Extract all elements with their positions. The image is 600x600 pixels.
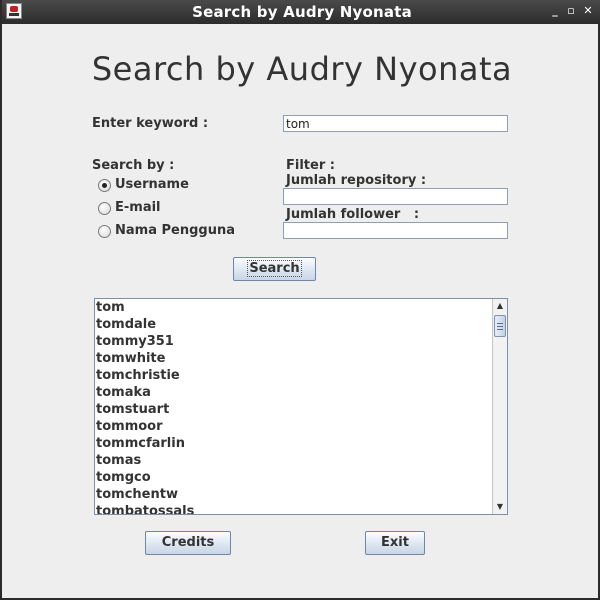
scroll-thumb[interactable] <box>494 315 506 337</box>
follower-filter-input[interactable] <box>283 222 508 239</box>
app-window: Search by Audry Nyonata _ ▫ ✕ Search by … <box>0 0 600 600</box>
search-by-label: Search by : <box>92 158 175 173</box>
window-title: Search by Audry Nyonata <box>192 3 412 21</box>
repo-filter-input[interactable] <box>283 188 508 205</box>
follower-filter-label: Jumlah follower : <box>286 207 420 222</box>
radio-username-label: Username <box>115 177 189 192</box>
list-item[interactable]: tommy351 <box>96 333 174 350</box>
scroll-down-arrow-icon[interactable]: ▼ <box>493 500 507 514</box>
page-title: Search by Audry Nyonata <box>91 50 513 88</box>
list-item[interactable]: tomstuart <box>96 401 169 418</box>
list-item[interactable]: tomgco <box>96 469 151 486</box>
list-item[interactable]: tombatossals <box>96 503 194 514</box>
grip-line <box>497 323 503 324</box>
list-item[interactable]: tomchentw <box>96 486 178 503</box>
list-item[interactable]: tomdale <box>96 316 156 333</box>
minimize-button[interactable]: _ <box>547 3 563 19</box>
list-item[interactable]: tomas <box>96 452 141 469</box>
list-item[interactable]: tomaka <box>96 384 151 401</box>
radio-email-button[interactable] <box>98 202 111 215</box>
credits-button[interactable]: Credits <box>145 531 231 555</box>
radio-nama-pengguna-button[interactable] <box>98 225 111 238</box>
scroll-up-arrow-icon[interactable]: ▲ <box>493 299 507 313</box>
search-button-label: Search <box>247 260 302 277</box>
search-button[interactable]: Search <box>233 257 316 281</box>
maximize-button[interactable]: ▫ <box>563 3 579 19</box>
results-list[interactable]: tom tomdale tommy351 tomwhite tomchristie tom… <box>94 298 508 515</box>
grip-line <box>497 326 503 327</box>
grip-line <box>497 329 503 330</box>
results-scrollbar[interactable]: ▲ ▼ <box>492 299 507 514</box>
list-item[interactable]: tomchristie <box>96 367 180 384</box>
exit-button[interactable]: Exit <box>365 531 425 555</box>
list-item[interactable]: tom <box>96 299 125 316</box>
close-button[interactable]: ✕ <box>580 3 596 19</box>
radio-username-button[interactable] <box>98 179 111 192</box>
title-bar[interactable]: Search by Audry Nyonata _ ▫ ✕ <box>2 0 600 24</box>
list-item[interactable]: tomwhite <box>96 350 165 367</box>
keyword-label: Enter keyword : <box>92 116 209 131</box>
keyword-input[interactable] <box>283 115 508 132</box>
repo-filter-label: Jumlah repository : <box>286 173 427 188</box>
radio-email-label: E-mail <box>115 200 161 215</box>
list-item[interactable]: tommoor <box>96 418 163 435</box>
list-item[interactable]: tommcfarlin <box>96 435 185 452</box>
filter-label: Filter : <box>286 158 335 173</box>
radio-nama-pengguna-label: Nama Pengguna <box>115 223 235 238</box>
